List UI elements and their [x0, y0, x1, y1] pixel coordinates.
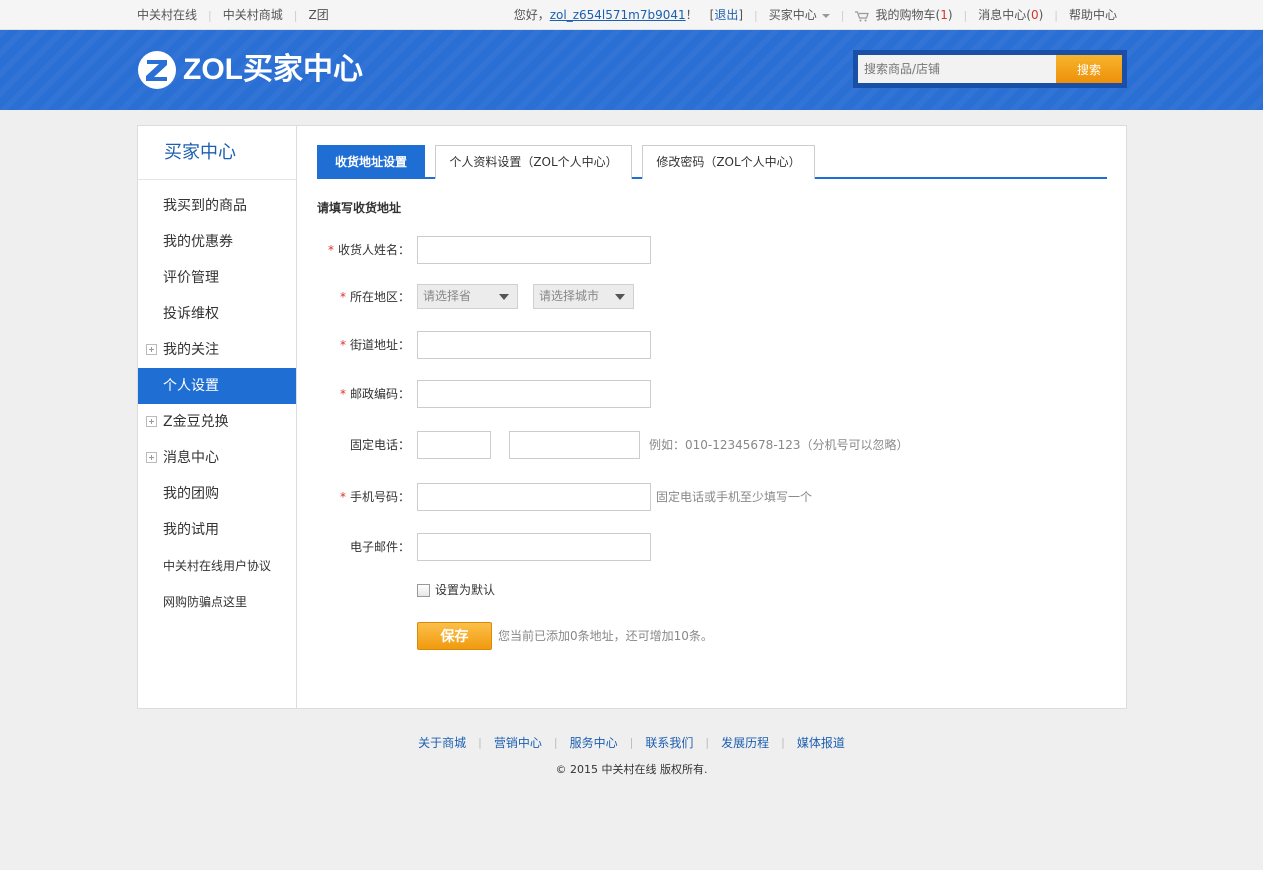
phone-number-input[interactable] — [509, 431, 640, 459]
sidebar-title: 买家中心 — [138, 126, 296, 180]
footer-link-marketing[interactable]: 营销中心 — [494, 734, 542, 751]
sidebar-item-group-buy[interactable]: 我的团购 — [138, 476, 296, 512]
sidebar-item-coupons[interactable]: 我的优惠券 — [138, 224, 296, 260]
buyer-center-dropdown[interactable]: 买家中心 — [769, 0, 830, 30]
required-mark: * — [327, 243, 334, 257]
search-input[interactable] — [858, 55, 1056, 83]
message-count: 0 — [1030, 8, 1039, 22]
mobile-label: 手机号码： — [349, 490, 410, 504]
expand-plus-icon[interactable] — [146, 416, 157, 427]
zol-logo[interactable]: ZOL买家中心 — [137, 49, 363, 91]
main-panel: 买家中心 我买到的商品 我的优惠券 评价管理 投诉维权 我的关注 个人设置 Z金… — [137, 125, 1127, 709]
tab-change-password[interactable]: 修改密码（ZOL个人中心） — [642, 145, 815, 179]
expand-plus-icon[interactable] — [146, 452, 157, 463]
logout-link[interactable]: 退出 — [714, 0, 738, 30]
city-select[interactable]: 请选择城市 — [533, 284, 634, 309]
province-select[interactable]: 请选择省 — [417, 284, 518, 309]
form-row-street: * 街道地址： — [317, 331, 1107, 361]
footer-links: 关于商城 | 营销中心 | 服务中心 | 联系我们 | 发展历程 | 媒体报道 — [418, 734, 845, 751]
sidebar-item-purchased[interactable]: 我买到的商品 — [138, 188, 296, 224]
save-hint: 您当前已添加0条地址，还可增加10条。 — [498, 629, 713, 643]
set-default-checkbox[interactable] — [417, 584, 430, 597]
dropdown-arrow-icon — [499, 294, 509, 300]
phone-area-code-input[interactable] — [417, 431, 491, 459]
footer-link-contact[interactable]: 联系我们 — [645, 734, 693, 751]
z-group-link[interactable]: Z团 — [308, 0, 328, 30]
expand-plus-icon[interactable] — [146, 344, 157, 355]
required-mark: * — [339, 290, 346, 304]
email-label: 电子邮件： — [349, 540, 410, 554]
greeting-text: 您好， — [513, 8, 550, 22]
sidebar: 买家中心 我买到的商品 我的优惠券 评价管理 投诉维权 我的关注 个人设置 Z金… — [138, 126, 297, 708]
form-row-zip: * 邮政编码： — [317, 380, 1107, 410]
address-form: * 收货人姓名： * 所在地区： 请选择省 请选择城市 * 街道地址： * 邮政编码： … — [317, 216, 1107, 676]
sidebar-item-trials[interactable]: 我的试用 — [138, 512, 296, 548]
footer-link-history[interactable]: 发展历程 — [721, 734, 769, 751]
sidebar-item-personal-settings[interactable]: 个人设置 — [138, 368, 296, 404]
street-address-input[interactable] — [417, 331, 651, 359]
chevron-down-icon — [821, 13, 830, 18]
form-row-phone: 固定电话： 例如：010-12345678-123（分机号可以忽略） — [317, 431, 1107, 461]
region-label: 所在地区： — [349, 290, 410, 304]
form-row-email: 电子邮件： — [317, 533, 1107, 563]
zol-logo-icon — [138, 51, 176, 89]
email-input[interactable] — [417, 533, 651, 561]
tab-shipping-address[interactable]: 收货地址设置 — [317, 145, 425, 179]
sidebar-item-messages[interactable]: 消息中心 — [138, 440, 296, 476]
recipient-name-input[interactable] — [417, 236, 651, 264]
top-bar-right-links: 您好， zol_z654l571m7b9041 ！ [退出] | 买家中心 | … — [514, 0, 1117, 30]
logo-text: ZOL买家中心 — [183, 53, 363, 86]
name-label: 收货人姓名： — [337, 243, 410, 257]
top-bar: 中关村在线 | 中关村商城 | Z团 您好， zol_z654l571m7b90… — [0, 0, 1263, 30]
greeting-end: ！ — [685, 8, 698, 22]
site-header: ZOL买家中心 搜索 — [0, 30, 1263, 110]
cart-icon — [855, 10, 870, 21]
top-bar-left-links: 中关村在线 | 中关村商城 | Z团 — [137, 0, 329, 30]
search-box: 搜索 — [853, 50, 1127, 88]
street-label: 街道地址： — [349, 338, 410, 352]
sidebar-item-user-agreement[interactable]: 中关村在线用户协议 — [138, 548, 296, 584]
username-link[interactable]: zol_z654l571m7b9041 — [550, 0, 686, 30]
cart-link[interactable]: 我的购物车(1) — [855, 0, 953, 30]
zip-label: 邮政编码： — [349, 387, 410, 401]
mobile-number-input[interactable] — [417, 483, 651, 511]
search-button[interactable]: 搜索 — [1056, 55, 1122, 83]
form-row-name: * 收货人姓名： — [317, 236, 1107, 266]
message-center-link[interactable]: 消息中心(0) — [978, 0, 1043, 30]
cart-count: 1 — [940, 8, 948, 22]
tab-bar: 收货地址设置 个人资料设置（ZOL个人中心） 修改密码（ZOL个人中心） — [317, 145, 1107, 179]
form-row-default: 设置为默认 — [317, 576, 1107, 606]
zol-mall-link[interactable]: 中关村商城 — [223, 0, 283, 30]
phone-hint: 例如：010-12345678-123（分机号可以忽略） — [649, 438, 909, 452]
set-default-label[interactable]: 设置为默认 — [435, 576, 495, 604]
form-row-save: 保存 您当前已添加0条地址，还可增加10条。 — [317, 622, 1107, 652]
sidebar-item-complaints[interactable]: 投诉维权 — [138, 296, 296, 332]
sidebar-item-anti-fraud[interactable]: 网购防骗点这里 — [138, 584, 296, 620]
required-mark: * — [339, 490, 346, 504]
sidebar-item-z-beans[interactable]: Z金豆兑换 — [138, 404, 296, 440]
help-center-link[interactable]: 帮助中心 — [1069, 0, 1117, 30]
required-mark: * — [339, 387, 346, 401]
footer-link-about[interactable]: 关于商城 — [418, 734, 466, 751]
content-area: 收货地址设置 个人资料设置（ZOL个人中心） 修改密码（ZOL个人中心） 请填写… — [317, 145, 1107, 676]
copyright: © 2015 中关村在线 版权所有. — [555, 763, 708, 776]
zip-code-input[interactable] — [417, 380, 651, 408]
mobile-hint: 固定电话或手机至少填写一个 — [656, 490, 813, 504]
form-row-region: * 所在地区： 请选择省 请选择城市 — [317, 283, 1107, 313]
footer-link-media[interactable]: 媒体报道 — [797, 734, 845, 751]
sidebar-item-reviews[interactable]: 评价管理 — [138, 260, 296, 296]
save-button[interactable]: 保存 — [417, 622, 492, 650]
tab-personal-info[interactable]: 个人资料设置（ZOL个人中心） — [435, 145, 632, 179]
phone-label: 固定电话： — [349, 438, 410, 452]
dropdown-arrow-icon — [615, 294, 625, 300]
footer-link-service[interactable]: 服务中心 — [570, 734, 618, 751]
section-title: 请填写收货地址 — [317, 201, 402, 215]
form-row-mobile: * 手机号码： 固定电话或手机至少填写一个 — [317, 483, 1107, 513]
sidebar-menu: 我买到的商品 我的优惠券 评价管理 投诉维权 我的关注 个人设置 Z金豆兑换 消… — [138, 188, 296, 620]
required-mark: * — [339, 338, 346, 352]
zol-online-link[interactable]: 中关村在线 — [137, 0, 197, 30]
sidebar-item-follows[interactable]: 我的关注 — [138, 332, 296, 368]
footer: 关于商城 | 营销中心 | 服务中心 | 联系我们 | 发展历程 | 媒体报道 … — [0, 732, 1263, 777]
